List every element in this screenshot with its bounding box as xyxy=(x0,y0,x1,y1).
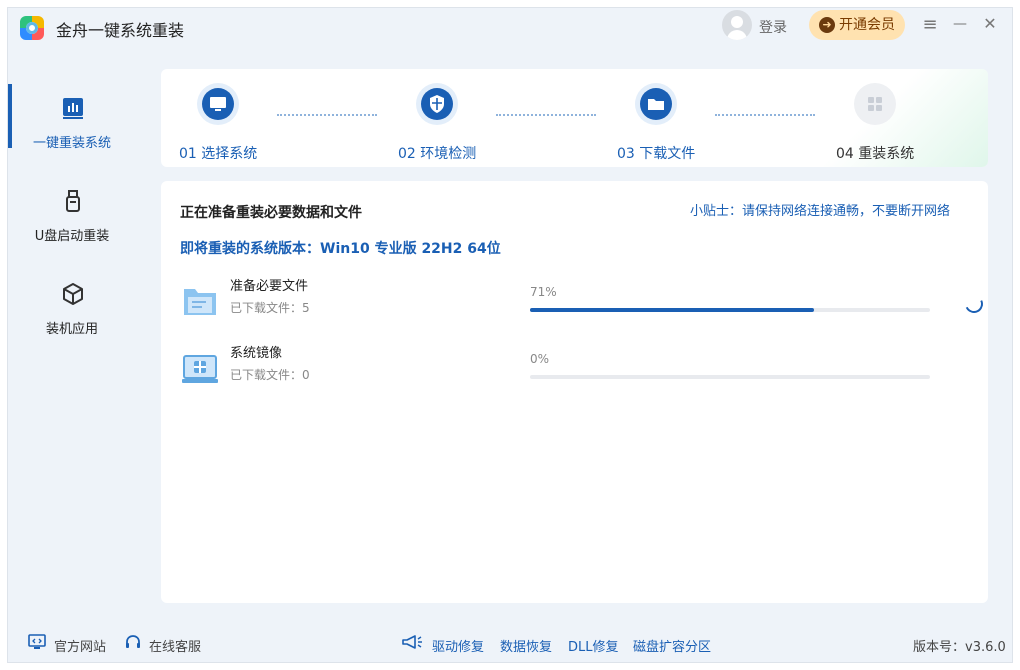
online-support-link[interactable]: 在线客服 xyxy=(149,636,201,655)
progress-card: 正在准备重装必要数据和文件 小贴士：请保持网络连接通畅，不要断开网络 即将重装的… xyxy=(161,181,988,603)
list-item: 系统镜像 已下载文件：0 0% xyxy=(180,342,970,402)
progress-fill xyxy=(530,308,814,312)
menu-icon[interactable]: ≡ xyxy=(920,14,940,35)
website-icon xyxy=(28,634,46,649)
step-download-files: 03 下载文件 xyxy=(617,79,755,163)
usb-drive-icon xyxy=(66,190,80,212)
sidebar-item-usb-boot[interactable]: U盘启动重装 xyxy=(8,179,136,259)
step-label: 01 选择系统 xyxy=(179,146,258,162)
system-image-icon xyxy=(182,355,218,383)
item-percent: 71% xyxy=(530,285,557,299)
step-environment-check: 02 环境检测 xyxy=(398,79,536,163)
progress-track xyxy=(530,375,930,379)
sidebar: 一键重装系统 U盘启动重装 装机应用 xyxy=(8,48,136,624)
sidebar-item-apps[interactable]: 装机应用 xyxy=(8,272,136,352)
sidebar-item-label: 一键重装系统 xyxy=(32,136,111,151)
version-label: 版本号：v3.6.0 xyxy=(913,640,1006,655)
dll-repair-link[interactable]: DLL修复 xyxy=(568,636,619,655)
monitor-icon xyxy=(210,97,226,111)
avatar[interactable] xyxy=(722,10,752,40)
step-circle xyxy=(197,83,239,125)
arrow-right-icon: ➜ xyxy=(819,17,835,33)
app-logo-icon xyxy=(20,16,44,40)
step-connector xyxy=(277,114,377,116)
app-title: 金舟一键系统重装 xyxy=(56,21,185,40)
folder-icon xyxy=(648,99,664,110)
item-name: 系统镜像 xyxy=(230,346,283,361)
app-window: 金舟一键系统重装 登录 ➜ 开通会员 ≡ — ✕ 一键重装系统 U盘启动重装 装… xyxy=(7,7,1013,663)
cube-icon xyxy=(63,283,83,305)
footer: 官方网站 在线客服 驱动修复 数据恢复 DLL修复 磁盘扩容分区 版本号：v3.… xyxy=(8,628,1014,658)
loading-spinner-icon xyxy=(962,292,986,316)
step-reinstall-system: 04 重装系统 xyxy=(836,79,974,163)
folder-files-icon xyxy=(184,289,216,315)
sidebar-item-one-click-reinstall[interactable]: 一键重装系统 xyxy=(8,86,136,166)
official-website-link[interactable]: 官方网站 xyxy=(54,636,106,655)
step-circle xyxy=(635,83,677,125)
sidebar-item-label: U盘启动重装 xyxy=(34,229,110,244)
data-recovery-link[interactable]: 数据恢复 xyxy=(500,636,552,655)
windows-icon xyxy=(868,97,882,111)
progress-heading: 正在准备重装必要数据和文件 xyxy=(180,205,362,221)
step-label: 03 下载文件 xyxy=(617,146,696,162)
close-icon[interactable]: ✕ xyxy=(980,14,1000,33)
step-circle xyxy=(854,83,896,125)
step-connector xyxy=(496,114,596,116)
minimize-icon[interactable]: — xyxy=(950,16,970,32)
step-connector xyxy=(715,114,815,116)
step-label: 02 环境检测 xyxy=(398,146,477,162)
target-version: 即将重装的系统版本：Win10 专业版 22H2 64位 xyxy=(180,241,501,257)
item-download-count: 已下载文件：5 xyxy=(230,301,310,315)
step-circle xyxy=(416,83,458,125)
title-bar: 金舟一键系统重装 登录 ➜ 开通会员 ≡ — ✕ xyxy=(8,8,1014,48)
headset-icon xyxy=(126,635,140,648)
tip-text: 小贴士：请保持网络连接通畅，不要断开网络 xyxy=(689,204,950,219)
item-name: 准备必要文件 xyxy=(230,279,309,294)
vip-label: 开通会员 xyxy=(839,17,895,33)
shield-icon xyxy=(430,95,444,113)
step-select-system: 01 选择系统 xyxy=(179,79,317,163)
megaphone-icon xyxy=(402,635,422,649)
item-download-count: 已下载文件：0 xyxy=(230,368,310,382)
sidebar-item-label: 装机应用 xyxy=(45,322,98,337)
vip-button[interactable]: ➜ 开通会员 xyxy=(809,10,905,40)
steps-card: 01 选择系统 02 环境检测 03 下载文件 04 重装系统 xyxy=(161,69,988,167)
login-link[interactable]: 登录 xyxy=(759,17,787,37)
bar-chart-icon xyxy=(63,98,83,119)
disk-partition-link[interactable]: 磁盘扩容分区 xyxy=(633,636,711,655)
progress-track xyxy=(530,308,930,312)
step-label: 04 重装系统 xyxy=(836,146,915,162)
driver-repair-link[interactable]: 驱动修复 xyxy=(432,636,484,655)
item-percent: 0% xyxy=(530,352,550,366)
list-item: 准备必要文件 已下载文件：5 71% xyxy=(180,275,986,335)
